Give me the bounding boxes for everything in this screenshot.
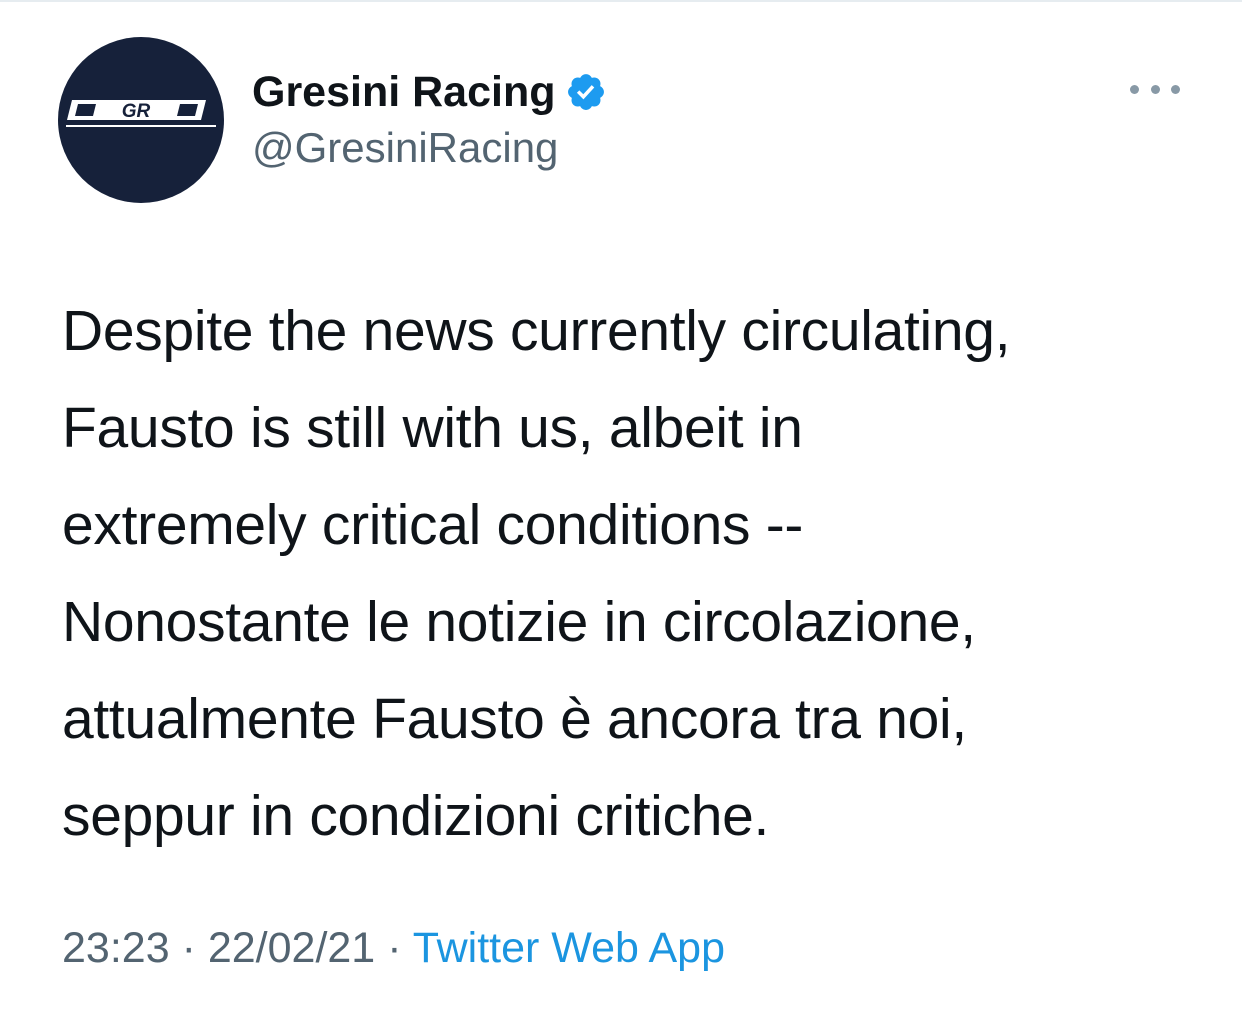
dot xyxy=(1171,84,1180,94)
user-handle[interactable]: @GresiniRacing xyxy=(252,124,607,172)
gresini-racing-logo: GR xyxy=(66,100,216,127)
dot xyxy=(1150,84,1160,94)
more-options-icon[interactable] xyxy=(1130,74,1180,104)
svg-text:GR: GR xyxy=(122,101,151,122)
meta-separator: · xyxy=(181,924,196,972)
tweet-text: Despite the news currently circulating, … xyxy=(62,299,1011,848)
top-divider xyxy=(0,0,1242,2)
meta-separator: · xyxy=(387,924,402,972)
display-name[interactable]: Gresini Racing xyxy=(252,68,555,117)
tweet-source-link[interactable]: Twitter Web App xyxy=(413,924,725,972)
verified-badge-icon xyxy=(565,71,607,113)
dot xyxy=(1130,84,1139,94)
tweet-header: Gresini Racing @GresiniRacing xyxy=(252,62,607,172)
tweet-time[interactable]: 23:23 xyxy=(62,924,170,972)
name-row: Gresini Racing xyxy=(252,62,607,122)
tweet-meta: 23:23 · 22/02/21 · Twitter Web App xyxy=(62,924,725,973)
tweet-date[interactable]: 22/02/21 xyxy=(208,924,375,972)
avatar[interactable]: GR xyxy=(58,37,224,203)
